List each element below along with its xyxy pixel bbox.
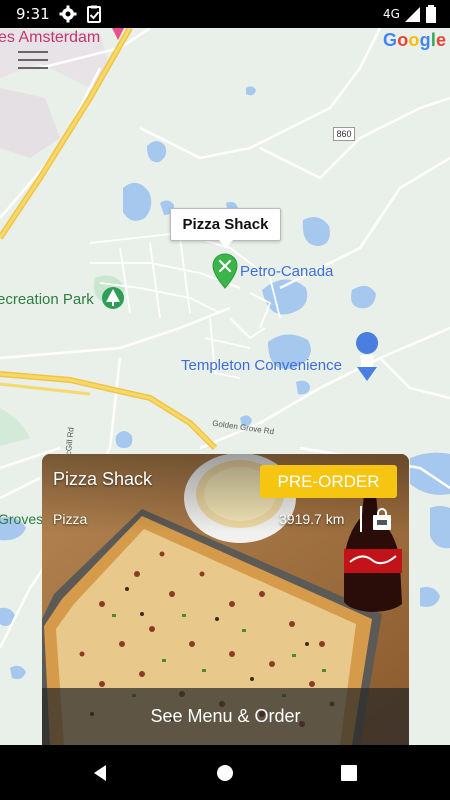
battery-icon: [426, 5, 436, 23]
map-label-petro-canada: Petro-Canada: [240, 263, 334, 280]
system-nav-bar: [0, 745, 450, 800]
shopping-bag-icon[interactable]: [371, 507, 393, 531]
status-time: 9:31: [16, 5, 50, 23]
map-label-templeton: Templeton Convenience: [181, 357, 342, 374]
recents-icon[interactable]: [337, 761, 361, 785]
back-icon[interactable]: [88, 761, 112, 785]
clipboard-icon: [87, 5, 101, 23]
status-bar: 9:31 4G: [0, 0, 450, 28]
preorder-button[interactable]: PRE-ORDER: [260, 465, 397, 498]
map-label-park: ecreation Park: [0, 291, 94, 308]
pin-tooltip[interactable]: Pizza Shack: [170, 208, 281, 248]
map-label-groves: Groves: [0, 511, 44, 527]
restaurant-category: Pizza: [53, 511, 88, 527]
home-icon[interactable]: [213, 761, 237, 785]
network-type: 4G: [383, 7, 400, 21]
settings-icon: [59, 5, 77, 23]
route-shield-860: 860: [333, 127, 355, 141]
signal-icon: [405, 7, 420, 22]
hamburger-menu-icon[interactable]: [18, 51, 48, 73]
restaurant-name: Pizza Shack: [53, 469, 153, 489]
restaurant-card[interactable]: Pizza Shack Pizza PRE-ORDER 3919.7 km Se…: [42, 454, 409, 745]
restaurant-distance: 3919.7 km: [279, 511, 345, 527]
restaurant-pin-icon[interactable]: [212, 253, 238, 289]
google-logo: Google: [383, 30, 447, 50]
see-menu-button[interactable]: See Menu & Order: [42, 688, 409, 745]
map-label-amsterdam: es Amsterdam: [0, 29, 101, 46]
divider: [360, 506, 362, 532]
